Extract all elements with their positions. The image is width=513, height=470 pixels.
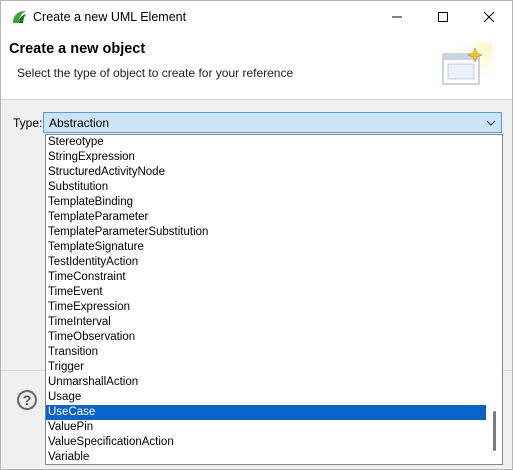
list-item[interactable]: TemplateParameter — [46, 210, 486, 225]
chevron-down-icon[interactable] — [485, 117, 497, 129]
minimize-button[interactable] — [374, 1, 420, 33]
list-item[interactable]: TemplateSignature — [46, 240, 486, 255]
app-icon — [13, 11, 26, 23]
type-select[interactable]: Abstraction — [43, 112, 502, 133]
maximize-icon — [438, 12, 448, 22]
list-item[interactable]: Substitution — [46, 180, 486, 195]
list-item[interactable]: Usage — [46, 390, 486, 405]
list-item[interactable]: Trigger — [46, 360, 486, 375]
list-item-selected[interactable]: UseCase — [46, 405, 486, 420]
list-item[interactable]: StructuredActivityNode — [46, 165, 486, 180]
list-item[interactable]: TemplateParameterSubstitution — [46, 225, 486, 240]
window-title: Create a new UML Element — [33, 10, 187, 24]
list-item[interactable]: ValueSpecificationAction — [46, 435, 486, 450]
list-item[interactable]: Transition — [46, 345, 486, 360]
page-description: Select the type of object to create for … — [17, 66, 294, 80]
list-item[interactable]: UnmarshallAction — [46, 375, 486, 390]
page-title: Create a new object — [9, 41, 146, 57]
list-item[interactable]: TimeInterval — [46, 315, 486, 330]
list-item[interactable]: TimeObservation — [46, 330, 486, 345]
close-button[interactable] — [466, 1, 512, 33]
maximize-button[interactable] — [420, 1, 466, 33]
list-item[interactable]: TimeConstraint — [46, 270, 486, 285]
list-item[interactable]: TemplateBinding — [46, 195, 486, 210]
list-item[interactable]: StringExpression — [46, 150, 486, 165]
dropdown-items: Stereotype StringExpression StructuredAc… — [46, 135, 486, 464]
list-item[interactable]: TestIdentityAction — [46, 255, 486, 270]
help-button[interactable]: ? — [17, 390, 37, 410]
type-select-value: Abstraction — [49, 116, 110, 130]
list-item[interactable]: TimeEvent — [46, 285, 486, 300]
dialog-window: Create a new UML Element Create a new ob… — [0, 0, 513, 470]
minimize-icon — [392, 16, 402, 18]
wizard-header: Create a new object Select the type of o… — [1, 33, 512, 100]
type-label: Type: — [13, 116, 43, 130]
list-item[interactable]: Variable — [46, 450, 486, 464]
help-icon: ? — [22, 392, 32, 408]
list-item[interactable]: ValuePin — [46, 420, 486, 435]
scrollbar-thumb[interactable] — [493, 411, 496, 451]
list-item[interactable]: Stereotype — [46, 135, 486, 150]
type-dropdown-list[interactable]: Stereotype StringExpression StructuredAc… — [45, 134, 503, 465]
title-bar[interactable]: Create a new UML Element — [1, 1, 512, 33]
list-item[interactable]: TimeExpression — [46, 300, 486, 315]
close-icon — [484, 12, 494, 22]
dropdown-scrollbar[interactable] — [487, 135, 502, 464]
wizard-banner-icon — [442, 42, 492, 85]
